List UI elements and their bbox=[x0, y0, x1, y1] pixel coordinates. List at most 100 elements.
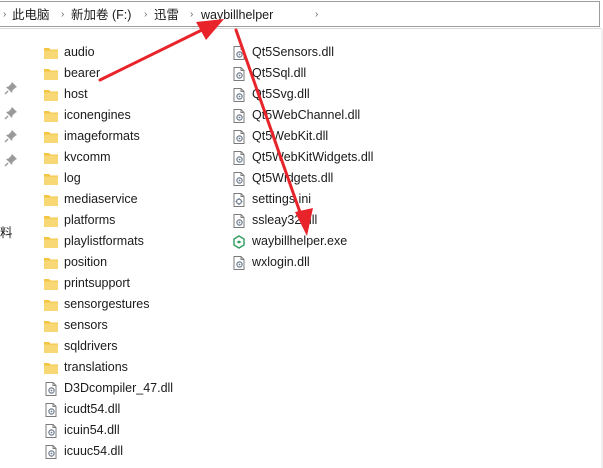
item-label: icuuc54.dll bbox=[64, 444, 124, 458]
folder-item[interactable]: audio bbox=[43, 42, 95, 63]
folder-item[interactable]: kvcomm bbox=[43, 147, 111, 168]
item-label: Qt5Svg.dll bbox=[252, 87, 310, 101]
folder-icon bbox=[43, 213, 59, 229]
pin-icon[interactable] bbox=[4, 129, 18, 143]
dll-file-icon bbox=[43, 423, 59, 439]
item-label: settings.ini bbox=[252, 192, 312, 206]
item-label: sensorgestures bbox=[64, 297, 150, 311]
pin-icon[interactable] bbox=[4, 153, 18, 167]
file-item[interactable]: Qt5Svg.dll bbox=[231, 84, 310, 105]
folder-icon bbox=[43, 276, 59, 292]
folder-icon bbox=[43, 108, 59, 124]
breadcrumb-drive-f[interactable]: 新加卷 (F:) bbox=[71, 2, 131, 28]
folder-item[interactable]: sqldrivers bbox=[43, 336, 118, 357]
file-item[interactable]: D3Dcompiler_47.dll bbox=[43, 378, 173, 399]
folder-item[interactable]: platforms bbox=[43, 210, 115, 231]
dll-file-icon bbox=[231, 150, 247, 166]
item-label: playlistformats bbox=[64, 234, 144, 248]
chevron-right-icon[interactable]: › bbox=[61, 2, 64, 28]
folder-icon bbox=[43, 129, 59, 145]
file-item[interactable]: icuin54.dll bbox=[43, 420, 120, 441]
folder-icon bbox=[43, 318, 59, 334]
dll-file-icon bbox=[43, 444, 59, 460]
dll-file-icon bbox=[231, 213, 247, 229]
folder-icon bbox=[43, 171, 59, 187]
breadcrumb-this-pc[interactable]: 此电脑 bbox=[12, 2, 50, 28]
dll-file-icon bbox=[231, 66, 247, 82]
file-item[interactable]: Qt5WebKit.dll bbox=[231, 126, 328, 147]
chevron-right-icon[interactable]: › bbox=[190, 2, 193, 28]
item-label: imageformats bbox=[64, 129, 140, 143]
file-item[interactable]: icuuc54.dll bbox=[43, 441, 123, 462]
item-label: position bbox=[64, 255, 108, 269]
dll-file-icon bbox=[231, 171, 247, 187]
folder-item[interactable]: imageformats bbox=[43, 126, 140, 147]
folder-item[interactable]: playlistformats bbox=[43, 231, 144, 252]
file-item[interactable]: wxlogin.dll bbox=[231, 252, 310, 273]
file-item[interactable]: Qt5Sensors.dll bbox=[231, 42, 334, 63]
dll-file-icon bbox=[231, 129, 247, 145]
exe-file-icon bbox=[231, 234, 247, 250]
item-label: Qt5WebKitWidgets.dll bbox=[252, 150, 374, 164]
item-label: Qt5Sql.dll bbox=[252, 66, 307, 80]
folder-icon bbox=[43, 87, 59, 103]
item-label: sensors bbox=[64, 318, 108, 332]
chevron-right-icon: › bbox=[3, 9, 7, 20]
dll-file-icon bbox=[231, 45, 247, 61]
item-label: Qt5Widgets.dll bbox=[252, 171, 334, 185]
folder-item[interactable]: log bbox=[43, 168, 81, 189]
dll-file-icon bbox=[231, 108, 247, 124]
item-label: ssleay32.dll bbox=[252, 213, 318, 227]
folder-icon bbox=[43, 150, 59, 166]
folder-item[interactable]: position bbox=[43, 252, 107, 273]
item-label: platforms bbox=[64, 213, 116, 227]
folder-icon bbox=[43, 66, 59, 82]
folder-icon bbox=[43, 192, 59, 208]
folder-icon bbox=[43, 255, 59, 271]
pin-icon[interactable] bbox=[4, 106, 18, 120]
folder-item[interactable]: bearer bbox=[43, 63, 100, 84]
file-item[interactable]: waybillhelper.exe bbox=[231, 231, 347, 252]
folder-item[interactable]: sensors bbox=[43, 315, 108, 336]
chevron-right-icon[interactable]: › bbox=[144, 2, 147, 28]
breadcrumb-xunlei[interactable]: 迅雷 bbox=[154, 2, 179, 28]
folder-item[interactable]: printsupport bbox=[43, 273, 130, 294]
nav-item-label[interactable]: 料 bbox=[0, 222, 13, 241]
file-item[interactable]: settings.ini bbox=[231, 189, 311, 210]
pin-icon[interactable] bbox=[4, 81, 18, 95]
item-label: sqldrivers bbox=[64, 339, 118, 353]
address-bar[interactable]: › 此电脑 › 新加卷 (F:) › 迅雷 › waybillhelper › bbox=[0, 0, 601, 29]
folder-icon bbox=[43, 339, 59, 355]
folder-item[interactable]: translations bbox=[43, 357, 128, 378]
folder-item[interactable]: sensorgestures bbox=[43, 294, 149, 315]
item-label: iconengines bbox=[64, 108, 131, 122]
file-item[interactable]: Qt5Widgets.dll bbox=[231, 168, 333, 189]
file-item[interactable]: icudt54.dll bbox=[43, 399, 120, 420]
item-label: mediaservice bbox=[64, 192, 138, 206]
file-item[interactable]: ssleay32.dll bbox=[231, 210, 317, 231]
chevron-right-icon[interactable]: › bbox=[315, 2, 318, 28]
breadcrumb-waybillhelper[interactable]: waybillhelper bbox=[199, 2, 275, 28]
item-label: translations bbox=[64, 360, 128, 374]
dll-file-icon bbox=[43, 402, 59, 418]
folder-item[interactable]: mediaservice bbox=[43, 189, 138, 210]
item-label: D3Dcompiler_47.dll bbox=[64, 381, 174, 395]
file-item[interactable]: Qt5WebChannel.dll bbox=[231, 105, 360, 126]
file-item[interactable]: Qt5WebKitWidgets.dll bbox=[231, 147, 373, 168]
item-label: waybillhelper.exe bbox=[252, 234, 348, 248]
item-label: log bbox=[64, 171, 81, 185]
folder-item[interactable]: host bbox=[43, 84, 88, 105]
address-frame: › 此电脑 › 新加卷 (F:) › 迅雷 › waybillhelper › bbox=[0, 1, 600, 27]
item-label: Qt5WebChannel.dll bbox=[252, 108, 361, 122]
folder-icon bbox=[43, 360, 59, 376]
item-label: audio bbox=[64, 45, 95, 59]
dll-file-icon bbox=[231, 87, 247, 103]
file-item[interactable]: Qt5Sql.dll bbox=[231, 63, 306, 84]
folder-icon bbox=[43, 45, 59, 61]
navigation-pane: 料 bbox=[0, 29, 26, 468]
folder-icon bbox=[43, 297, 59, 313]
folder-item[interactable]: iconengines bbox=[43, 105, 131, 126]
item-label: icudt54.dll bbox=[64, 402, 121, 416]
item-label: icuin54.dll bbox=[64, 423, 120, 437]
dll-file-icon bbox=[231, 255, 247, 271]
